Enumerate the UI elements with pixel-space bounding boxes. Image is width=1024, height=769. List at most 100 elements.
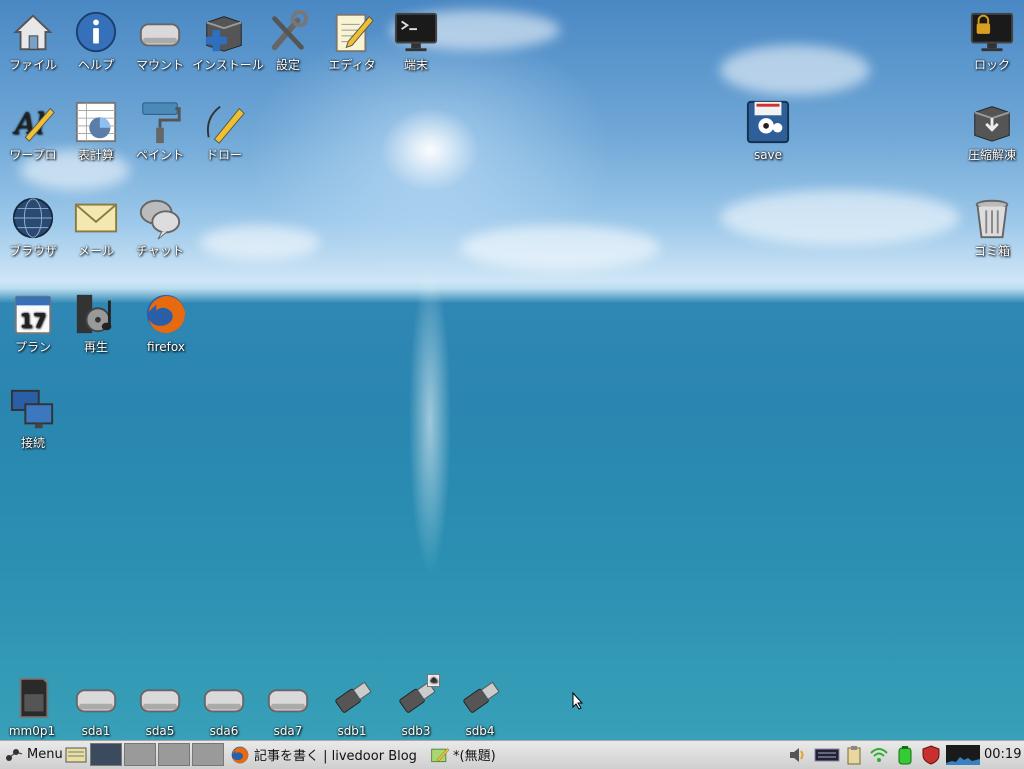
icon-label: ゴミ箱 [973, 244, 1010, 258]
volume-icon[interactable] [786, 744, 808, 766]
desktop-icon-lock[interactable]: ロック [960, 8, 1024, 72]
workspace-2[interactable] [124, 743, 156, 766]
icon-label: sdb4 [465, 724, 495, 738]
cloud [460, 225, 660, 270]
drive-icon [136, 8, 184, 56]
icon-label: ワープロ [9, 148, 57, 162]
info-icon [72, 8, 120, 56]
icon-label: ヘルプ [77, 58, 114, 72]
menu-button[interactable]: Menu [4, 743, 63, 766]
icon-label: sdb3 [401, 724, 431, 738]
trash-icon [968, 194, 1016, 242]
desktop-icon-connect[interactable]: 接続 [1, 386, 65, 450]
icon-label: ファイル [8, 58, 57, 72]
icon-label: sda7 [273, 724, 303, 738]
eject-icon[interactable]: ⏏ [427, 674, 440, 687]
clipboard-icon[interactable] [843, 744, 865, 766]
icon-label: sda1 [81, 724, 111, 738]
drive-icon-sda7[interactable]: sda7 [256, 674, 320, 738]
battery-icon[interactable] [894, 744, 916, 766]
paint-roller-icon [136, 98, 184, 146]
desktop-icon-paint[interactable]: ペイント [128, 98, 192, 162]
drive-icon-sdb1[interactable]: sdb1 [320, 674, 384, 738]
desktop-icon-browser[interactable]: ブラウザ [1, 194, 65, 258]
desktop-icon-help[interactable]: ヘルプ [64, 8, 128, 72]
icon-label: ドロー [205, 148, 242, 162]
home-icon [9, 8, 57, 56]
install-icon [200, 8, 248, 56]
wifi-icon[interactable] [868, 744, 890, 766]
mail-icon [72, 194, 120, 242]
drive-icon [136, 674, 184, 722]
firefox-icon [142, 290, 190, 338]
icon-label: 設定 [275, 58, 300, 72]
sdcard-icon [8, 674, 56, 722]
desktop-icon-editor[interactable]: エディタ [320, 8, 384, 72]
drive-icon-sdb4[interactable]: sdb4 [448, 674, 512, 738]
cloud [720, 45, 870, 95]
icon-label: ロック [973, 58, 1010, 72]
workspace-3[interactable] [158, 743, 190, 766]
workspace-1[interactable] [90, 743, 122, 766]
usb-icon: ⏏ [392, 674, 440, 722]
desktop-icon-mail[interactable]: メール [64, 194, 128, 258]
icon-label: 接続 [20, 436, 45, 450]
icon-label: 圧縮解凍 [967, 148, 1016, 162]
terminal-icon [392, 8, 440, 56]
archive-icon [968, 98, 1016, 146]
icon-label: sdb1 [337, 724, 367, 738]
wordprocessor-icon: Al [9, 98, 57, 146]
desktop-icon [65, 747, 87, 762]
cloud [720, 190, 960, 245]
task-editor-window[interactable]: *(無題) [430, 743, 496, 766]
desktop-icon-install[interactable]: インストール [192, 8, 264, 72]
desktop-icon-draw[interactable]: ドロー [192, 98, 256, 162]
desktop-icon-save[interactable]: save [736, 98, 800, 162]
desktop-icon-firefox[interactable]: firefox [134, 290, 198, 354]
icon-label: メール [77, 244, 114, 258]
icon-label: ブラウザ [8, 244, 57, 258]
spreadsheet-icon [72, 98, 120, 146]
icon-label: 端末 [403, 58, 428, 72]
drive-icon-mm0p1[interactable]: mm0p1 [0, 674, 64, 738]
drive-icon [264, 674, 312, 722]
workspace-4[interactable] [192, 743, 224, 766]
clock[interactable]: 00:19 [984, 743, 1021, 766]
drive-icon-sdb3[interactable]: ⏏ sdb3 [384, 674, 448, 738]
drive-icon-sda5[interactable]: sda5 [128, 674, 192, 738]
firewall-shield-icon[interactable] [920, 744, 942, 766]
menu-logo-icon [6, 748, 23, 761]
icon-label: チャット [136, 244, 184, 258]
drive-icon-sda6[interactable]: sda6 [192, 674, 256, 738]
icon-label: インストール [192, 58, 264, 72]
chat-icon [136, 194, 184, 242]
task-firefox-window[interactable]: 記事を書く | livedoor Blog [230, 743, 417, 766]
icon-label: 表計算 [77, 148, 114, 162]
desktop-background: ファイル ヘルプ マウント インストール 設定 エディタ 端末 Al ワープロ … [0, 0, 1024, 740]
keyboard-icon[interactable] [814, 744, 840, 766]
icon-label: sda5 [145, 724, 175, 738]
icon-label: プラン [14, 340, 51, 354]
usb-icon [456, 674, 504, 722]
drive-icon [72, 674, 120, 722]
desktop-icon-wordprocessor[interactable]: Al ワープロ [1, 98, 65, 163]
desktop-icon-terminal[interactable]: 端末 [384, 8, 448, 72]
desktop-icon-chat[interactable]: チャット [128, 194, 192, 258]
editor-icon [431, 747, 450, 762]
clock-time: 00:19 [984, 747, 1022, 762]
icon-label: マウント [135, 58, 184, 72]
desktop-icon-settings[interactable]: 設定 [256, 8, 320, 72]
desktop-icon-calendar[interactable]: 17 プラン [1, 290, 65, 354]
desktop-icon-archive[interactable]: 圧縮解凍 [960, 98, 1024, 162]
globe-icon [9, 194, 57, 242]
desktop-icon-media-player[interactable]: 再生 [64, 290, 128, 354]
drive-icon-sda1[interactable]: sda1 [64, 674, 128, 738]
desktop-icon-mount[interactable]: マウント [128, 8, 192, 72]
desktop-icon-spreadsheet[interactable]: 表計算 [64, 98, 128, 162]
show-desktop-button[interactable] [65, 743, 87, 766]
taskbar: Menu 記事を書く | livedoor Blog *(無題) 00:19 [0, 740, 1024, 769]
calendar-icon: 17 [9, 290, 57, 338]
desktop-icon-files[interactable]: ファイル [1, 8, 65, 72]
usb-icon [328, 674, 376, 722]
desktop-icon-trash[interactable]: ゴミ箱 [960, 194, 1024, 258]
